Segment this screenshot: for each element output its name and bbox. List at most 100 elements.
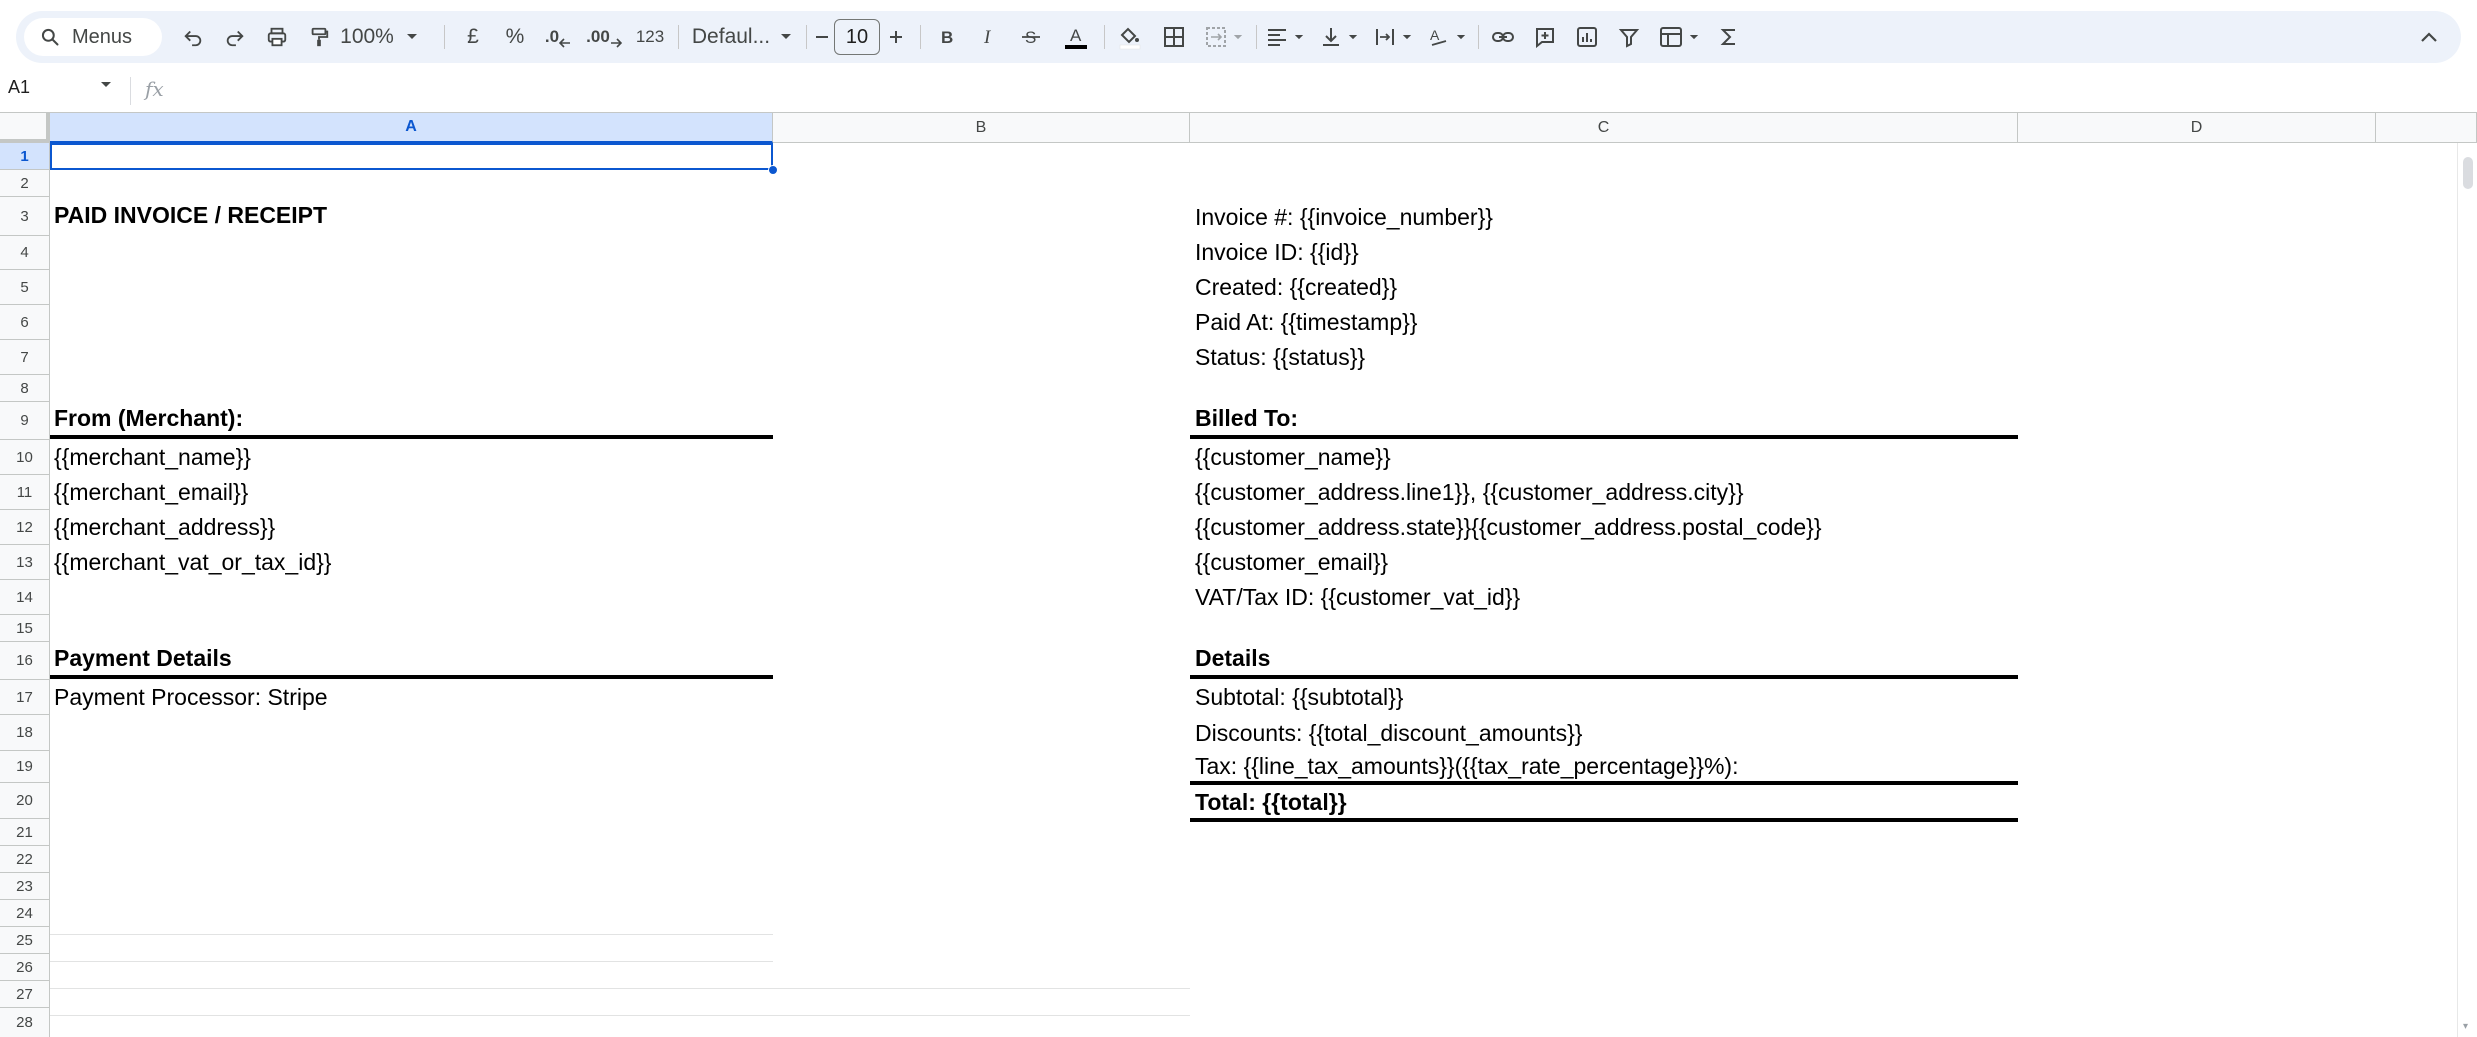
row-header[interactable]: 24: [0, 900, 50, 927]
horizontal-align-button[interactable]: [1262, 11, 1308, 63]
filter-button[interactable]: [1612, 11, 1646, 63]
column-header-c[interactable]: C: [1190, 113, 2018, 143]
merchant-tax-cell[interactable]: {{merchant_vat_or_tax_id}}: [54, 547, 331, 577]
font-size-increase-button[interactable]: [884, 11, 908, 63]
text-rotation-button[interactable]: A: [1424, 11, 1470, 63]
font-size-decrease-button[interactable]: [812, 11, 832, 63]
currency-format-button[interactable]: £: [456, 11, 490, 63]
number-format-button[interactable]: 123: [630, 11, 670, 63]
customer-email-cell[interactable]: {{customer_email}}: [1195, 547, 1388, 577]
undo-button[interactable]: [176, 11, 210, 63]
font-family-select[interactable]: Defaul...: [684, 11, 800, 63]
print-button[interactable]: [260, 11, 294, 63]
insert-chart-button[interactable]: [1570, 11, 1604, 63]
paint-format-button[interactable]: [302, 11, 336, 63]
discounts-cell[interactable]: Discounts: {{total_discount_amounts}}: [1195, 718, 1582, 748]
cell-selection[interactable]: [50, 143, 773, 170]
customer-address-line-cell[interactable]: {{customer_address.line1}}, {{customer_a…: [1195, 477, 1744, 507]
dropdown-arrow-icon[interactable]: [100, 81, 112, 89]
fill-color-button[interactable]: [1110, 11, 1150, 63]
text-wrapping-button[interactable]: [1370, 11, 1416, 63]
row-header[interactable]: 20: [0, 783, 50, 819]
payment-processor-cell[interactable]: Payment Processor: Stripe: [54, 682, 328, 712]
percent-format-button[interactable]: %: [498, 11, 532, 63]
row-header[interactable]: 8: [0, 375, 50, 402]
row-header[interactable]: 14: [0, 580, 50, 615]
row-header[interactable]: 17: [0, 680, 50, 715]
select-all-corner[interactable]: [0, 113, 50, 143]
row-header[interactable]: 4: [0, 236, 50, 270]
row-header[interactable]: 13: [0, 545, 50, 580]
from-merchant-header[interactable]: From (Merchant):: [54, 403, 243, 433]
customer-vat-cell[interactable]: VAT/Tax ID: {{customer_vat_id}}: [1195, 582, 1520, 612]
merge-cells-button[interactable]: [1200, 11, 1248, 63]
scrollbar-thumb[interactable]: [2463, 157, 2473, 189]
merchant-name-cell[interactable]: {{merchant_name}}: [54, 442, 251, 472]
strikethrough-button[interactable]: S: [1014, 11, 1048, 63]
row-header[interactable]: 15: [0, 615, 50, 642]
sheet-grid[interactable]: A B C D 1 2 3 4 5 6 7 8 9 10 11 12 13 14…: [0, 112, 2477, 1037]
functions-button[interactable]: [1712, 11, 1746, 63]
bold-button[interactable]: B: [930, 11, 964, 63]
italic-button[interactable]: I: [972, 11, 1006, 63]
column-header-e[interactable]: [2376, 113, 2477, 143]
invoice-id-cell[interactable]: Invoice ID: {{id}}: [1195, 237, 1359, 267]
merchant-address-cell[interactable]: {{merchant_address}}: [54, 512, 275, 542]
status-cell[interactable]: Status: {{status}}: [1195, 342, 1365, 372]
created-cell[interactable]: Created: {{created}}: [1195, 272, 1397, 302]
row-header[interactable]: 2: [0, 170, 50, 197]
column-header-a[interactable]: A: [50, 113, 773, 143]
row-header[interactable]: 26: [0, 954, 50, 981]
insert-comment-button[interactable]: [1528, 11, 1562, 63]
row-header[interactable]: 18: [0, 715, 50, 751]
customer-address-state-cell[interactable]: {{customer_address.state}}{{customer_add…: [1195, 512, 1822, 542]
increase-decimal-button[interactable]: .00: [582, 11, 626, 63]
text-color-button[interactable]: A: [1056, 11, 1096, 63]
row-header[interactable]: 21: [0, 819, 50, 846]
row-header[interactable]: 12: [0, 510, 50, 545]
borders-button[interactable]: [1156, 11, 1192, 63]
row-header[interactable]: 27: [0, 981, 50, 1008]
section-rule: [50, 435, 773, 439]
column-header-d[interactable]: D: [2018, 113, 2376, 143]
scroll-down-arrow-icon[interactable]: ▾: [2463, 1021, 2468, 1032]
fill-handle[interactable]: [768, 165, 778, 175]
row-header[interactable]: 22: [0, 846, 50, 873]
invoice-title[interactable]: PAID INVOICE / RECEIPT: [54, 200, 327, 230]
row-header[interactable]: 16: [0, 642, 50, 680]
collapse-toolbar-button[interactable]: [2412, 11, 2446, 63]
payment-details-header[interactable]: Payment Details: [54, 643, 232, 673]
name-box[interactable]: A1: [8, 77, 30, 98]
row-header[interactable]: 25: [0, 927, 50, 954]
row-header[interactable]: 19: [0, 751, 50, 783]
row-header[interactable]: 9: [0, 402, 50, 440]
tax-cell[interactable]: Tax: {{line_tax_amounts}}({{tax_rate_per…: [1195, 751, 1738, 781]
merchant-email-cell[interactable]: {{merchant_email}}: [54, 477, 248, 507]
invoice-number-cell[interactable]: Invoice #: {{invoice_number}}: [1195, 202, 1493, 232]
column-header-b[interactable]: B: [773, 113, 1190, 143]
customer-name-cell[interactable]: {{customer_name}}: [1195, 442, 1391, 472]
table-views-button[interactable]: [1654, 11, 1704, 63]
menus-search-button[interactable]: Menus: [24, 18, 162, 56]
insert-link-button[interactable]: [1486, 11, 1520, 63]
decrease-decimal-button[interactable]: .0: [538, 11, 578, 63]
row-header[interactable]: 10: [0, 440, 50, 475]
row-header[interactable]: 23: [0, 873, 50, 900]
zoom-select[interactable]: 100%: [334, 11, 424, 63]
total-cell[interactable]: Total: {{total}}: [1195, 787, 1347, 817]
row-header[interactable]: 1: [0, 143, 50, 170]
paid-at-cell[interactable]: Paid At: {{timestamp}}: [1195, 307, 1417, 337]
billed-to-header[interactable]: Billed To:: [1195, 403, 1298, 433]
redo-button[interactable]: [218, 11, 252, 63]
row-header[interactable]: 3: [0, 197, 50, 236]
row-header[interactable]: 5: [0, 270, 50, 305]
row-header[interactable]: 11: [0, 475, 50, 510]
subtotal-cell[interactable]: Subtotal: {{subtotal}}: [1195, 682, 1403, 712]
vertical-scrollbar[interactable]: ▾: [2457, 143, 2477, 1037]
row-header[interactable]: 7: [0, 340, 50, 375]
row-header[interactable]: 6: [0, 305, 50, 340]
vertical-align-button[interactable]: [1316, 11, 1362, 63]
font-size-input[interactable]: 10: [834, 19, 880, 55]
row-header[interactable]: 28: [0, 1008, 50, 1037]
details-header[interactable]: Details: [1195, 643, 1270, 673]
